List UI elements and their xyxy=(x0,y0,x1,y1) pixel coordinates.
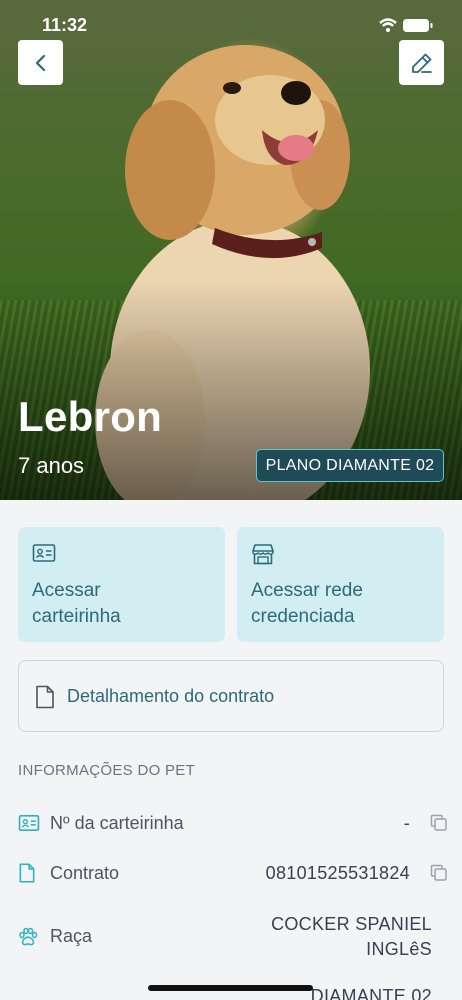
contract-details-label: Detalhamento do contrato xyxy=(67,686,275,706)
accredited-network-button[interactable]: Acessar rede credenciada xyxy=(237,527,444,642)
battery-icon xyxy=(403,19,433,32)
info-row-contract: Contrato 08101525531824 xyxy=(18,860,447,886)
chevron-left-icon xyxy=(35,54,45,71)
info-value: DIAMANTE 02 xyxy=(310,986,432,1000)
store-icon xyxy=(252,544,274,565)
pet-hero: 11:32 Lebron 7 anos PLANO DIAMANTE 02 xyxy=(0,0,462,500)
wifi-icon xyxy=(379,18,397,32)
status-bar: 11:32 xyxy=(0,0,462,50)
info-value: COCKER SPANIEL INGLêS xyxy=(271,912,432,962)
pet-name: Lebron xyxy=(18,393,163,440)
copy-icon[interactable] xyxy=(430,864,448,882)
access-card-button[interactable]: Acessar carteirinha xyxy=(18,527,225,642)
breed-value-line2: INGLêS xyxy=(366,939,432,959)
accredited-network-label-line2: credenciada xyxy=(251,606,355,627)
pencil-icon xyxy=(411,53,432,73)
accredited-network-label: Acessar rede credenciada xyxy=(251,578,434,630)
id-card-icon xyxy=(18,814,40,832)
status-time: 11:32 xyxy=(42,15,88,35)
access-card-label-line1: Acessar xyxy=(32,580,101,601)
document-icon xyxy=(19,863,35,883)
id-card-icon xyxy=(32,544,56,562)
info-label: Nº da carteirinha xyxy=(50,813,184,833)
access-card-label-line2: carteirinha xyxy=(32,606,121,627)
breed-value-line1: COCKER SPANIEL xyxy=(271,914,432,934)
info-value: - xyxy=(403,813,410,833)
copy-icon[interactable] xyxy=(430,814,448,832)
document-icon xyxy=(36,685,54,709)
status-icons xyxy=(379,18,433,32)
pet-age: 7 anos xyxy=(18,453,85,478)
info-label: Raça xyxy=(50,926,93,946)
info-value: 08101525531824 xyxy=(265,863,410,883)
contract-details-button[interactable]: Detalhamento do contrato xyxy=(18,660,444,732)
info-row-card-number: Nº da carteirinha - xyxy=(18,810,447,836)
plan-badge: PLANO DIAMANTE 02 xyxy=(256,449,444,482)
paw-icon xyxy=(19,927,38,946)
edit-button[interactable] xyxy=(399,40,444,85)
back-button[interactable] xyxy=(18,40,63,85)
access-card-label: Acessar carteirinha xyxy=(32,578,215,630)
home-indicator[interactable] xyxy=(148,985,313,991)
pet-info-section-title: INFORMAÇÕES DO PET xyxy=(18,762,196,779)
accredited-network-label-line1: Acessar rede xyxy=(251,580,363,601)
info-label: Contrato xyxy=(50,863,120,883)
info-row-breed: Raça COCKER SPANIEL INGLêS xyxy=(18,910,444,966)
